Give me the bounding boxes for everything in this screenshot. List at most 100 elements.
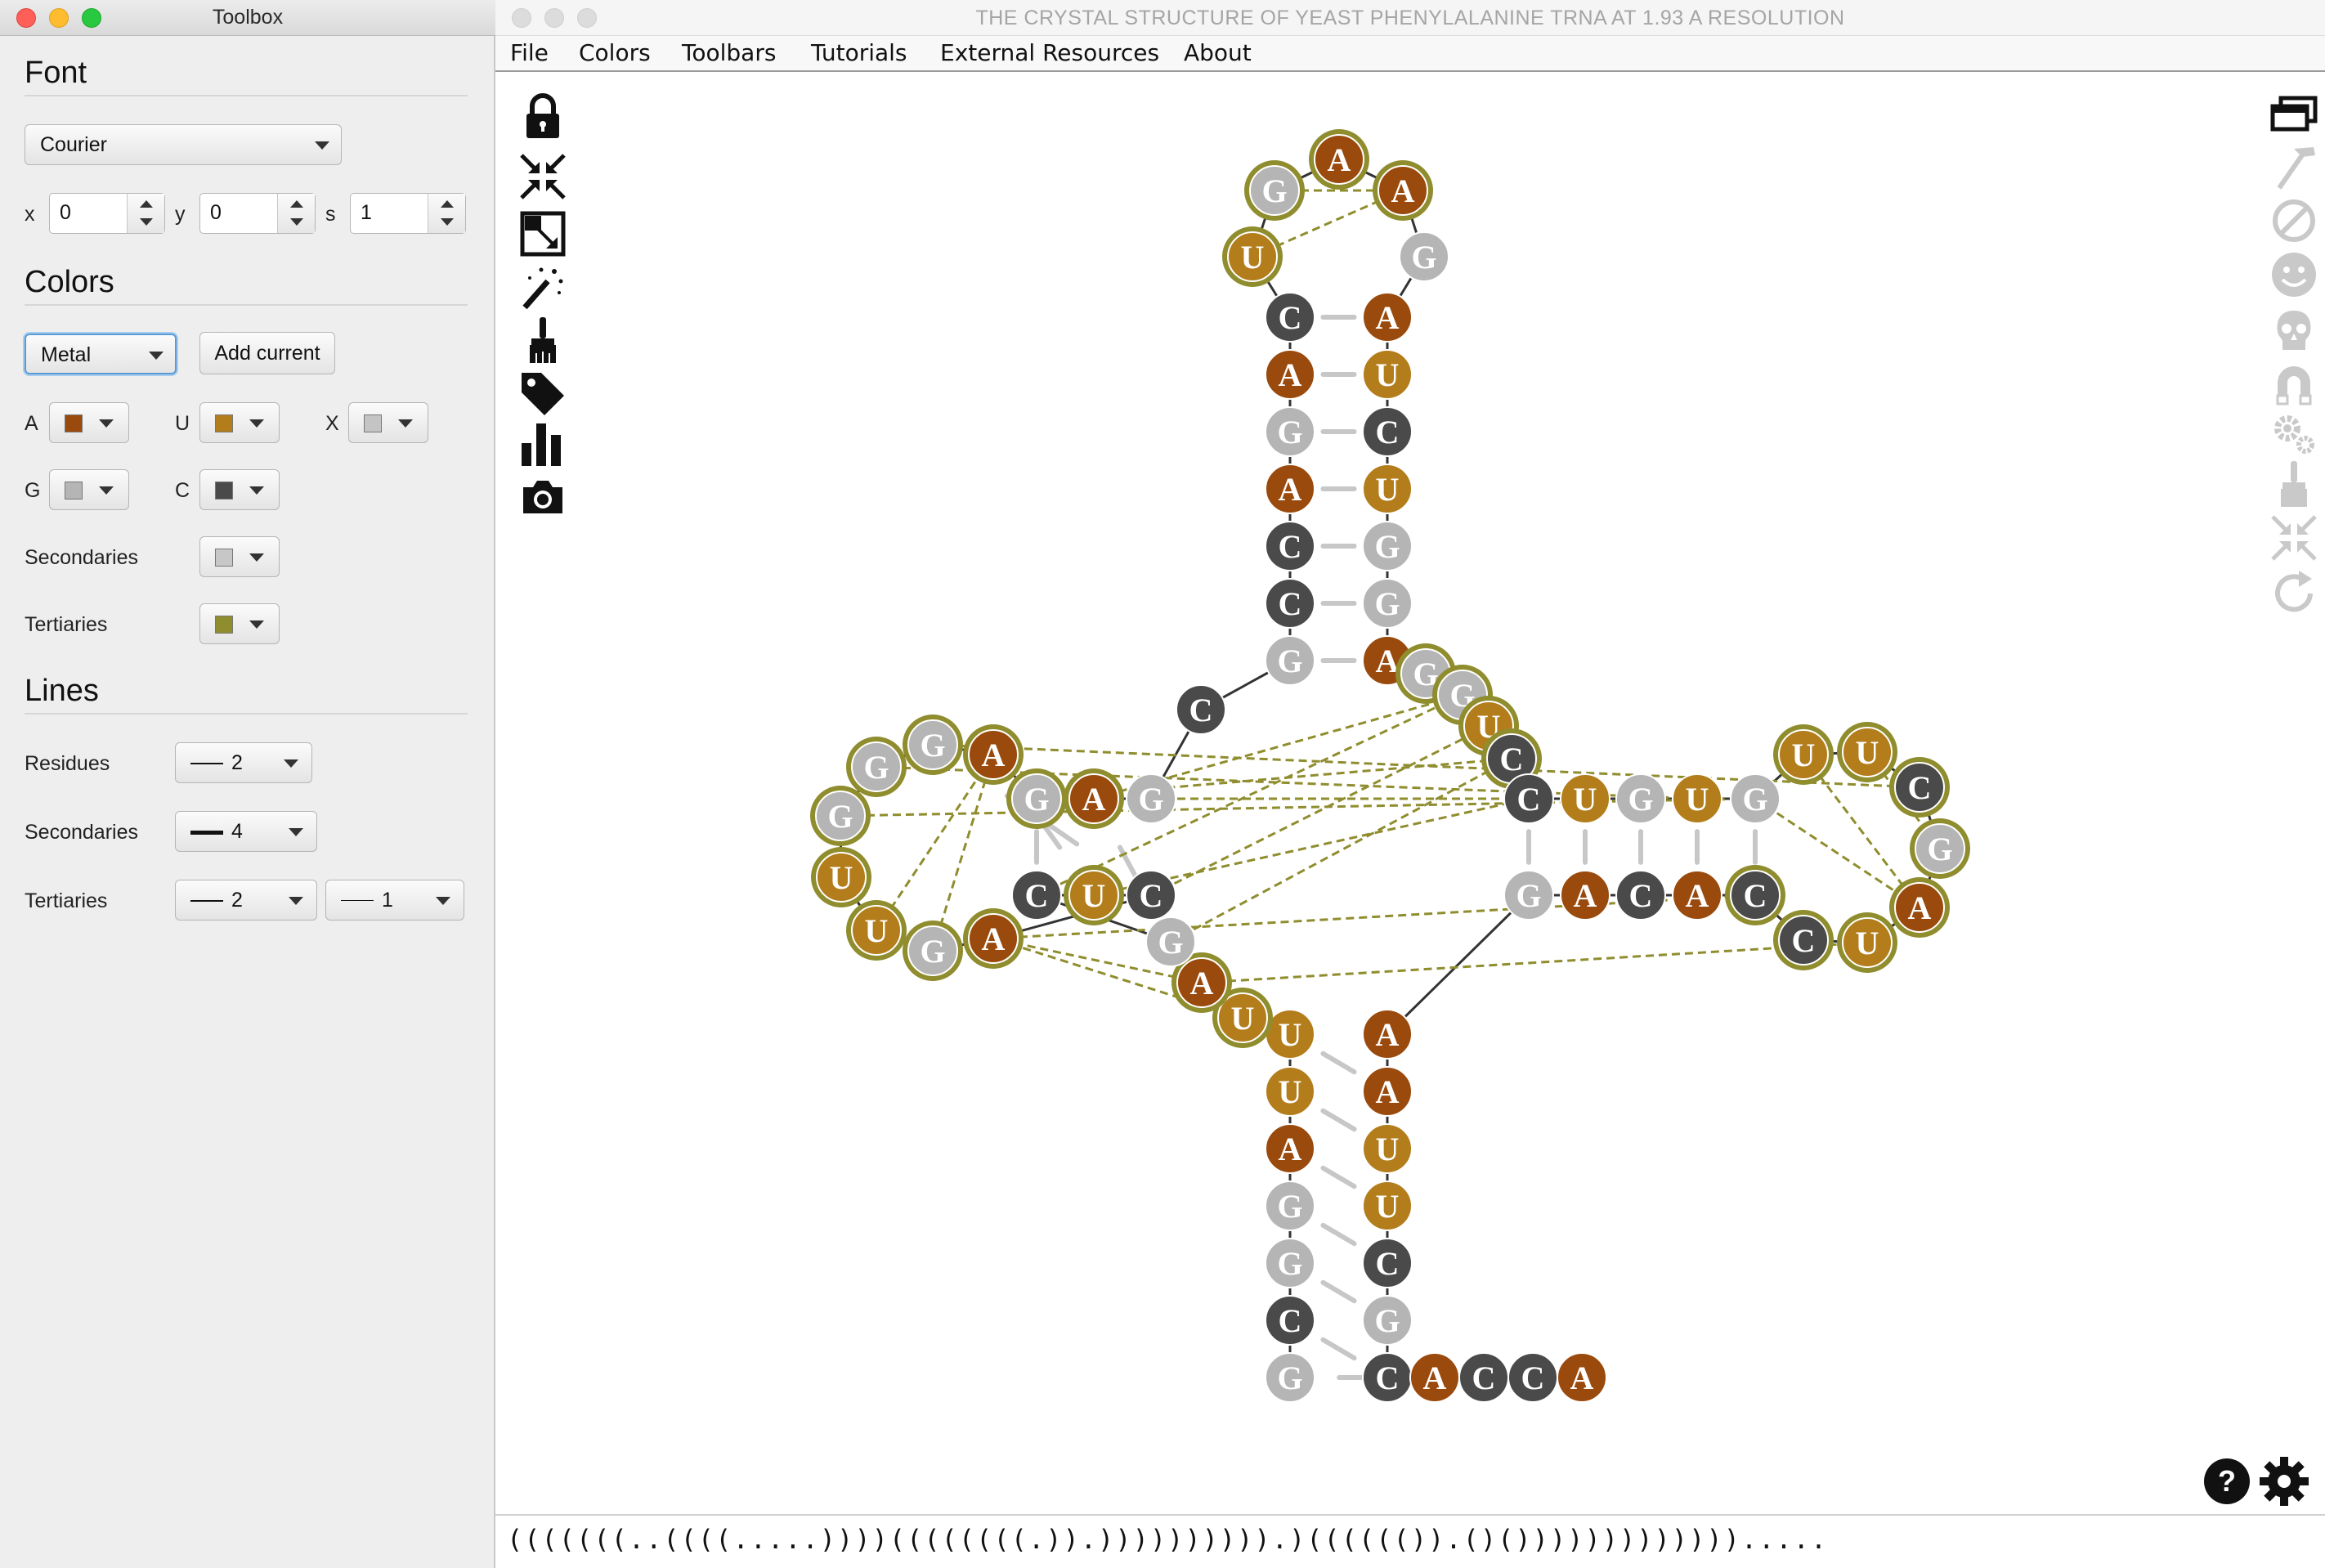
font-family-select[interactable]: Courier [25, 124, 342, 165]
residue-U-33[interactable]: U [1222, 226, 1283, 287]
tertiaries-line-style-select[interactable]: 1 [325, 880, 464, 921]
residue-U-55[interactable]: U [1837, 722, 1897, 782]
compress-icon[interactable] [2269, 513, 2318, 562]
s-stepper-buttons[interactable] [428, 194, 465, 233]
tag-icon[interactable] [518, 368, 567, 417]
menu-tutorials[interactable]: Tutorials [811, 39, 907, 66]
help-icon[interactable]: ? [2202, 1457, 2251, 1506]
residue-G-51[interactable]: G [1615, 773, 1666, 824]
residue-A-73[interactable]: A [1409, 1352, 1460, 1403]
residue-G-24[interactable]: G [1126, 773, 1176, 824]
secondaries-color-picker[interactable] [199, 536, 280, 577]
residue-A-29[interactable]: A [1265, 464, 1315, 514]
residue-A-35[interactable]: A [1309, 129, 1369, 190]
residue-U-12[interactable]: U [1064, 865, 1124, 925]
menu-file[interactable]: File [510, 39, 549, 66]
paint-brush-icon[interactable] [518, 316, 567, 365]
s-stepper[interactable]: 1 [350, 193, 466, 234]
magic-wand-icon[interactable] [518, 263, 567, 312]
residue-U-41[interactable]: U [1362, 464, 1413, 514]
menu-external-resources[interactable]: External Resources [940, 39, 1159, 66]
residue-G-1[interactable]: G [1265, 1352, 1315, 1403]
menu-toolbars[interactable]: Toolbars [682, 39, 776, 66]
residue-U-6[interactable]: U [1265, 1066, 1315, 1117]
residue-G-34[interactable]: G [1244, 160, 1305, 221]
residue-C-27[interactable]: C [1265, 578, 1315, 629]
residue-A-23[interactable]: A [1064, 768, 1124, 829]
windows-icon[interactable] [2269, 92, 2318, 141]
c-color-picker[interactable] [199, 469, 280, 510]
residue-A-5[interactable]: A [1265, 1123, 1315, 1174]
magnet-icon[interactable] [2269, 360, 2318, 409]
a-color-picker[interactable] [49, 402, 129, 443]
tertiaries-line-width-select[interactable]: 2 [175, 880, 317, 921]
residue-A-62[interactable]: A [1672, 870, 1722, 921]
residue-U-68[interactable]: U [1362, 1123, 1413, 1174]
fit-icon[interactable] [518, 209, 567, 258]
residue-U-52[interactable]: U [1672, 773, 1722, 824]
residue-C-49[interactable]: C [1503, 773, 1554, 824]
x-stepper-buttons[interactable] [127, 194, 164, 233]
residue-C-2[interactable]: C [1265, 1295, 1315, 1346]
hammer-icon[interactable] [2269, 142, 2318, 191]
residue-G-26[interactable]: G [1265, 635, 1315, 686]
residue-C-25[interactable]: C [1176, 684, 1226, 735]
residue-C-74[interactable]: C [1458, 1352, 1509, 1403]
residue-G-19[interactable]: G [846, 737, 907, 797]
residue-C-13[interactable]: C [1126, 870, 1176, 921]
residue-U-16[interactable]: U [846, 900, 907, 961]
residue-C-60[interactable]: C [1773, 910, 1834, 970]
gears-icon[interactable] [2269, 409, 2318, 458]
residue-U-17[interactable]: U [811, 847, 871, 907]
residue-A-58[interactable]: A [1889, 877, 1950, 938]
brush-icon[interactable] [2269, 459, 2318, 508]
residue-A-31[interactable]: A [1265, 349, 1315, 400]
residue-G-18[interactable]: G [810, 786, 871, 846]
y-stepper-buttons[interactable] [277, 194, 315, 233]
u-color-picker[interactable] [199, 402, 280, 443]
residue-A-21[interactable]: A [963, 724, 1024, 785]
residue-A-64[interactable]: A [1560, 870, 1610, 921]
residue-C-75[interactable]: C [1507, 1352, 1558, 1403]
x-stepper[interactable]: 0 [49, 193, 165, 234]
residue-G-30[interactable]: G [1265, 406, 1315, 457]
residue-G-65[interactable]: G [1503, 870, 1554, 921]
rna-2d-canvas[interactable]: GCGGAUUUAGC U CAGUUGGG AG A GCGCCAGACUGAAGAUC… [495, 0, 2325, 1568]
residue-G-53[interactable]: G [1730, 773, 1781, 824]
residue-G-10[interactable]: G [1145, 916, 1196, 967]
residue-G-22[interactable]: G [1006, 768, 1067, 829]
residue-C-72[interactable]: C [1362, 1352, 1413, 1403]
refresh-icon[interactable] [2269, 569, 2318, 618]
bracket-notation-bar[interactable]: (((((((..((((.....))))((((((((.)).))))))… [495, 1514, 2325, 1568]
menu-colors[interactable]: Colors [579, 39, 651, 66]
residue-A-38[interactable]: A [1362, 292, 1413, 343]
smiley-icon[interactable] [2269, 250, 2318, 299]
color-theme-select[interactable]: Metal [25, 334, 177, 374]
residue-C-40[interactable]: C [1362, 406, 1413, 457]
residue-C-70[interactable]: C [1362, 1238, 1413, 1288]
y-stepper[interactable]: 0 [199, 193, 316, 234]
residue-U-59[interactable]: U [1837, 912, 1897, 973]
residue-G-15[interactable]: G [903, 921, 963, 981]
residue-A-36[interactable]: A [1373, 160, 1433, 221]
menu-about[interactable]: About [1184, 39, 1252, 66]
collapse-icon[interactable] [518, 152, 567, 201]
bar-chart-icon[interactable] [518, 419, 567, 468]
residue-C-28[interactable]: C [1265, 521, 1315, 571]
residue-A-66[interactable]: A [1362, 1009, 1413, 1060]
residue-A-14[interactable]: A [963, 908, 1024, 969]
add-current-button[interactable]: Add current [199, 332, 335, 374]
residue-G-3[interactable]: G [1265, 1238, 1315, 1288]
residue-A-67[interactable]: A [1362, 1066, 1413, 1117]
residue-U-50[interactable]: U [1560, 773, 1610, 824]
g-color-picker[interactable] [49, 469, 129, 510]
residue-G-57[interactable]: G [1910, 818, 1970, 879]
residue-U-69[interactable]: U [1362, 1180, 1413, 1231]
tertiaries-color-picker[interactable] [199, 603, 280, 644]
residue-C-11[interactable]: C [1011, 870, 1062, 921]
x-color-picker[interactable] [348, 402, 428, 443]
residue-G-43[interactable]: G [1362, 578, 1413, 629]
residue-C-32[interactable]: C [1265, 292, 1315, 343]
settings-gear-icon[interactable] [2258, 1455, 2310, 1508]
residue-C-61[interactable]: C [1725, 865, 1785, 925]
